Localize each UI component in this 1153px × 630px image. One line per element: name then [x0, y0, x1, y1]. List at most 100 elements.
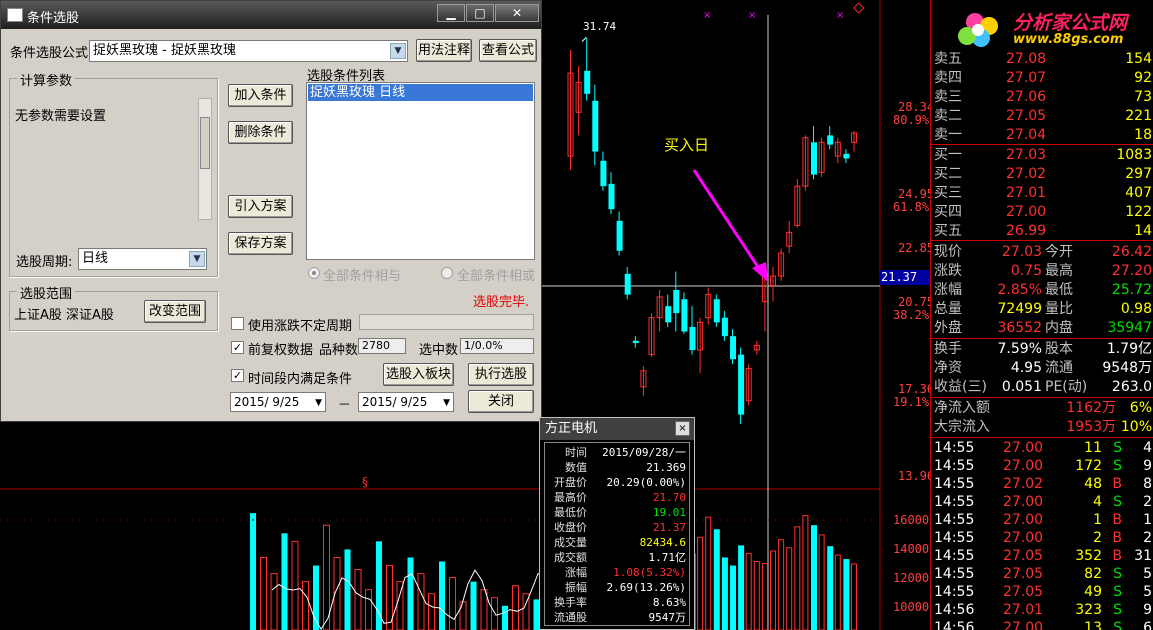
status-text: 选股完毕. [473, 295, 530, 310]
ask-row: 卖四 27.07 92 [931, 69, 1153, 88]
variable-period-checkbox[interactable] [231, 317, 244, 330]
candle-body-down [721, 317, 728, 337]
period-select[interactable]: 日线 ▼ [78, 248, 207, 270]
stat-value: 0.051 [1001, 379, 1042, 395]
radio-and-label: 全部条件相与 [323, 269, 402, 284]
separator [931, 240, 1153, 241]
stat-value: 26.42 [1111, 244, 1152, 260]
variety-count-label: 品种数 [319, 343, 359, 358]
tick-time: 14:56 [934, 620, 975, 630]
tick-time: 14:55 [934, 566, 975, 582]
dropdown-arrow-icon[interactable]: ▼ [443, 394, 450, 412]
tick-count: 5 [1143, 566, 1152, 582]
date-to-picker[interactable]: 2015/ 9/25 ▼ [358, 392, 454, 412]
tick-side: S [1113, 440, 1122, 456]
close-icon[interactable]: ✕ [495, 4, 539, 22]
candle-body-down [689, 326, 696, 350]
tooltip-row-key: 收盘价 [554, 521, 587, 534]
tick-side: B [1112, 548, 1122, 564]
tick-price: 27.02 [1003, 476, 1044, 492]
pre-adjust-checkbox[interactable]: ✓ [231, 341, 244, 354]
tooltip-row: 最高价 21.70 [545, 490, 689, 505]
stat-value: 25.72 [1111, 282, 1152, 298]
condition-list[interactable]: 捉妖黑玫瑰 日线 [306, 82, 535, 260]
range-text: 上证A股 深证A股 [14, 308, 114, 323]
radio-or[interactable] [441, 267, 453, 279]
params-scrollbar[interactable] [198, 98, 212, 220]
dialog-titlebar[interactable]: 条件选股 ▁ □ ✕ [1, 1, 541, 29]
time-range-checkbox[interactable]: ✓ [231, 369, 244, 382]
tick-volume: 4 [1093, 494, 1102, 510]
tooltip-row-value: 21.37 [652, 521, 686, 534]
candle-body-down [600, 160, 607, 187]
execute-screen-button[interactable]: 执行选股 [468, 363, 534, 386]
volume-bar-up [770, 550, 776, 630]
fund-flow-value: 1162万 [1066, 400, 1116, 416]
view-formula-button[interactable]: 查看公式 [479, 39, 537, 62]
delete-condition-button[interactable]: 删除条件 [228, 121, 293, 144]
tooltip-close-icon[interactable]: × [675, 421, 690, 436]
save-plan-button[interactable]: 保存方案 [228, 232, 293, 255]
volume-bar-up [428, 593, 435, 630]
maximize-button[interactable]: □ [466, 4, 494, 22]
buy-day-annotation: 买入日 [664, 136, 710, 154]
scrollbar-thumb[interactable] [200, 117, 210, 169]
volume-bar-down [738, 545, 745, 630]
add-condition-button[interactable]: 加入条件 [228, 84, 293, 107]
tooltip-row: 成交量 82434.6 [545, 535, 689, 550]
bid-row: 买三 27.01 407 [931, 184, 1153, 203]
volume-bar-down [250, 513, 256, 630]
bid-volume: 297 [1125, 166, 1152, 182]
chevron-down-icon[interactable]: ▼ [189, 251, 205, 267]
volume-bar-down [407, 557, 414, 630]
tooltip-row-key: 成交量 [554, 536, 587, 549]
stat-label: 最低 [1045, 282, 1073, 298]
condition-list-item[interactable]: 捉妖黑玫瑰 日线 [308, 84, 533, 101]
volume-bar-up [365, 589, 372, 630]
volume-bar-up [761, 563, 768, 630]
stat-row: 收益(三) 0.051 PE(动) 263.0 [931, 378, 1153, 397]
tooltip-row-key: 开盘价 [554, 476, 587, 489]
chevron-down-icon[interactable]: ▼ [390, 43, 406, 59]
price-tick: 17.36 [898, 382, 935, 396]
candle-body-down [827, 135, 834, 145]
variety-count-field: 2780 [358, 338, 406, 354]
stat-value: 27.20 [1111, 263, 1152, 279]
tick-side: S [1113, 494, 1122, 510]
dropdown-arrow-icon[interactable]: ▼ [315, 394, 322, 412]
fund-flow-row: 大宗流入 1953万 10% [931, 418, 1153, 437]
date-from-picker[interactable]: 2015/ 9/25 ▼ [230, 392, 326, 412]
tick-count: 9 [1143, 602, 1152, 618]
usage-notes-button[interactable]: 用法注释 [416, 39, 472, 62]
tick-side: B [1112, 530, 1122, 546]
tick-side: S [1113, 566, 1122, 582]
ask-label: 卖二 [934, 108, 962, 124]
candle-body-down [624, 273, 631, 295]
radio-and[interactable] [308, 267, 320, 279]
candle-body-down [681, 299, 688, 332]
volume-bar-up [512, 585, 519, 630]
minimize-button[interactable]: ▁ [437, 4, 465, 22]
price-tick: 20.75 [898, 295, 935, 309]
tick-time: 14:55 [934, 548, 975, 564]
stat-row: 总量 72499 量比 0.98 [931, 300, 1153, 319]
change-range-button[interactable]: 改变范围 [144, 300, 206, 323]
pct-tick: 61.8% [893, 200, 930, 214]
close-button[interactable]: 关闭 [468, 390, 534, 413]
formula-select[interactable]: 捉妖黑玫瑰 - 捉妖黑玫瑰 ▼ [89, 40, 408, 62]
pct-tick: 38.2% [893, 308, 930, 322]
tick-count: 9 [1143, 458, 1152, 474]
import-plan-button[interactable]: 引入方案 [228, 195, 293, 218]
stat-label: 股本 [1045, 341, 1073, 357]
tick-side: B [1112, 512, 1122, 528]
add-to-block-button[interactable]: 选股入板块 [383, 363, 454, 386]
tooltip-row-value: 8.63% [652, 596, 686, 609]
tick-volume: 11 [1084, 440, 1102, 456]
tooltip-row-value: 1.71亿 [648, 551, 687, 564]
window-icon [7, 8, 23, 22]
tick-time: 14:55 [934, 494, 975, 510]
tooltip-row-value: 21.369 [646, 461, 686, 474]
volume-tick: 12000 [893, 571, 930, 585]
date-to-value: 2015/ 9/25 [362, 395, 428, 409]
stock-screener-dialog[interactable]: 条件选股 ▁ □ ✕ 条件选股公式 捉妖黑玫瑰 - 捉妖黑玫瑰 ▼ 用法注释 查… [0, 0, 542, 422]
